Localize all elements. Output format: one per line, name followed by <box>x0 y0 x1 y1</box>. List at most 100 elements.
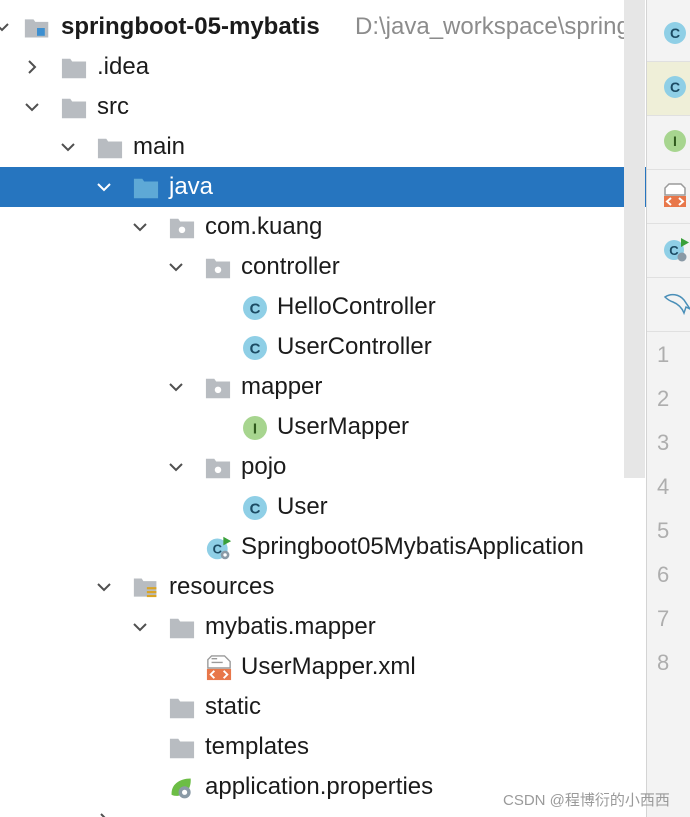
svg-text:I: I <box>253 421 257 438</box>
interface-icon: I <box>243 416 267 440</box>
class-icon: C <box>243 336 267 360</box>
tree-row-java[interactable]: java <box>0 167 646 207</box>
folder-icon <box>169 738 195 759</box>
spring-boot-class-icon: C <box>664 238 689 262</box>
tree-row-static[interactable]: static <box>0 687 646 727</box>
tree-item-label: HelloController <box>277 293 436 320</box>
tree-item-label: pojo <box>241 453 287 480</box>
package-icon <box>169 218 195 239</box>
line-number: 6 <box>657 562 670 587</box>
project-tree: springboot-05-mybatis D:\java_workspace\… <box>0 0 646 817</box>
svg-text:C: C <box>250 341 261 358</box>
tree-row-user[interactable]: C User <box>0 487 646 527</box>
chevron-down-icon[interactable] <box>0 19 10 35</box>
tree-item-label: User <box>277 493 328 520</box>
tree-item-label: UserMapper.xml <box>241 653 416 680</box>
tree-row-templates[interactable]: templates <box>0 727 646 767</box>
folder-icon <box>169 698 195 719</box>
source-folder-icon <box>133 178 159 199</box>
editor-tab-class[interactable]: C <box>647 8 690 62</box>
module-folder-icon <box>24 19 49 38</box>
tree-item-label: mapper <box>241 373 323 400</box>
svg-text:C: C <box>250 301 261 318</box>
tree-row-user-controller[interactable]: C UserController <box>0 327 646 367</box>
chevron-down-icon[interactable] <box>24 99 40 115</box>
watermark: CSDN @程博衍的小西西 <box>503 792 670 809</box>
editor-side-panel: C C I C 1 2 3 4 5 6 7 8 <box>646 0 690 817</box>
chevron-right-icon[interactable] <box>24 59 40 75</box>
svg-text:C: C <box>670 25 680 41</box>
line-number: 1 <box>657 342 670 367</box>
line-number: 7 <box>657 606 670 631</box>
folder-icon <box>61 98 87 119</box>
tree-item-label: resources <box>169 573 275 600</box>
tree-row-mybatis-mapper[interactable]: mybatis.mapper <box>0 607 646 647</box>
resources-folder-icon <box>133 578 157 598</box>
tree-item-label: main <box>133 133 186 160</box>
spring-boot-class-icon: C <box>206 536 232 560</box>
project-name: springboot-05-mybatis <box>61 13 320 40</box>
tree-item-label: controller <box>241 253 340 280</box>
svg-text:C: C <box>670 79 680 95</box>
chevron-down-icon[interactable] <box>132 619 148 635</box>
editor-tab-spring-boot[interactable]: C <box>647 224 690 278</box>
vertical-scrollbar[interactable] <box>624 0 645 478</box>
tree-row-project-root[interactable]: springboot-05-mybatis D:\java_workspace\… <box>0 7 646 47</box>
tree-row-controller[interactable]: controller <box>0 247 646 287</box>
tree-item-label: java <box>169 173 214 200</box>
tree-row-src[interactable]: src <box>0 87 646 127</box>
package-icon <box>205 378 231 399</box>
editor-tab-interface[interactable]: I <box>647 116 690 170</box>
tree-item-label: mybatis.mapper <box>205 613 376 640</box>
tree-item-label: Springboot05MybatisApplication <box>241 533 584 560</box>
tree-row-idea[interactable]: .idea <box>0 47 646 87</box>
class-icon: C <box>664 76 686 98</box>
tree-row-hello-controller[interactable]: C HelloController <box>0 287 646 327</box>
project-path: D:\java_workspace\spring <box>355 13 630 40</box>
svg-text:I: I <box>673 133 677 149</box>
package-icon <box>205 258 231 279</box>
chevron-right-icon[interactable] <box>96 812 112 817</box>
class-icon: C <box>243 496 267 520</box>
tree-row-com-kuang[interactable]: com.kuang <box>0 207 646 247</box>
tree-row-user-mapper[interactable]: I UserMapper <box>0 407 646 447</box>
tree-item-label: application.properties <box>205 773 434 800</box>
editor-tab-mysql[interactable] <box>647 278 690 332</box>
chevron-down-icon[interactable] <box>96 579 112 595</box>
interface-icon: I <box>664 130 686 152</box>
svg-text:C: C <box>250 501 261 518</box>
chevron-down-icon[interactable] <box>168 379 184 395</box>
line-number: 4 <box>657 474 670 499</box>
line-number: 8 <box>657 650 670 675</box>
folder-icon <box>61 58 87 79</box>
tree-row-pojo[interactable]: pojo <box>0 447 646 487</box>
tree-item-label: .idea <box>97 53 150 80</box>
class-icon: C <box>243 296 267 320</box>
tree-item-label: UserController <box>277 333 432 360</box>
chevron-down-icon[interactable] <box>168 259 184 275</box>
line-number: 3 <box>657 430 670 455</box>
line-number: 5 <box>657 518 670 543</box>
tree-row-main[interactable]: main <box>0 127 646 167</box>
chevron-down-icon[interactable] <box>168 459 184 475</box>
spring-properties-icon <box>171 778 191 799</box>
chevron-down-icon[interactable] <box>60 139 76 155</box>
editor-tab-xml[interactable] <box>647 170 690 224</box>
tree-item-label: templates <box>205 733 310 760</box>
tree-row-application[interactable]: C Springboot05MybatisApplication <box>0 527 646 567</box>
class-icon: C <box>664 22 686 44</box>
chevron-down-icon[interactable] <box>132 219 148 235</box>
xml-file-icon <box>206 655 232 681</box>
tree-row-mapper[interactable]: mapper <box>0 367 646 407</box>
folder-icon <box>97 138 123 159</box>
chevron-down-icon[interactable] <box>96 179 112 195</box>
tree-item-label: src <box>97 93 129 120</box>
folder-icon <box>169 618 195 639</box>
tree-row-user-mapper-xml[interactable]: UserMapper.xml <box>0 647 646 687</box>
tree-item-label: com.kuang <box>205 213 323 240</box>
tree-row-resources[interactable]: resources <box>0 567 646 607</box>
tree-item-label: static <box>205 693 262 720</box>
tree-item-label: UserMapper <box>277 413 410 440</box>
xml-file-icon <box>664 183 686 207</box>
editor-tab-class-active[interactable]: C <box>647 62 690 116</box>
